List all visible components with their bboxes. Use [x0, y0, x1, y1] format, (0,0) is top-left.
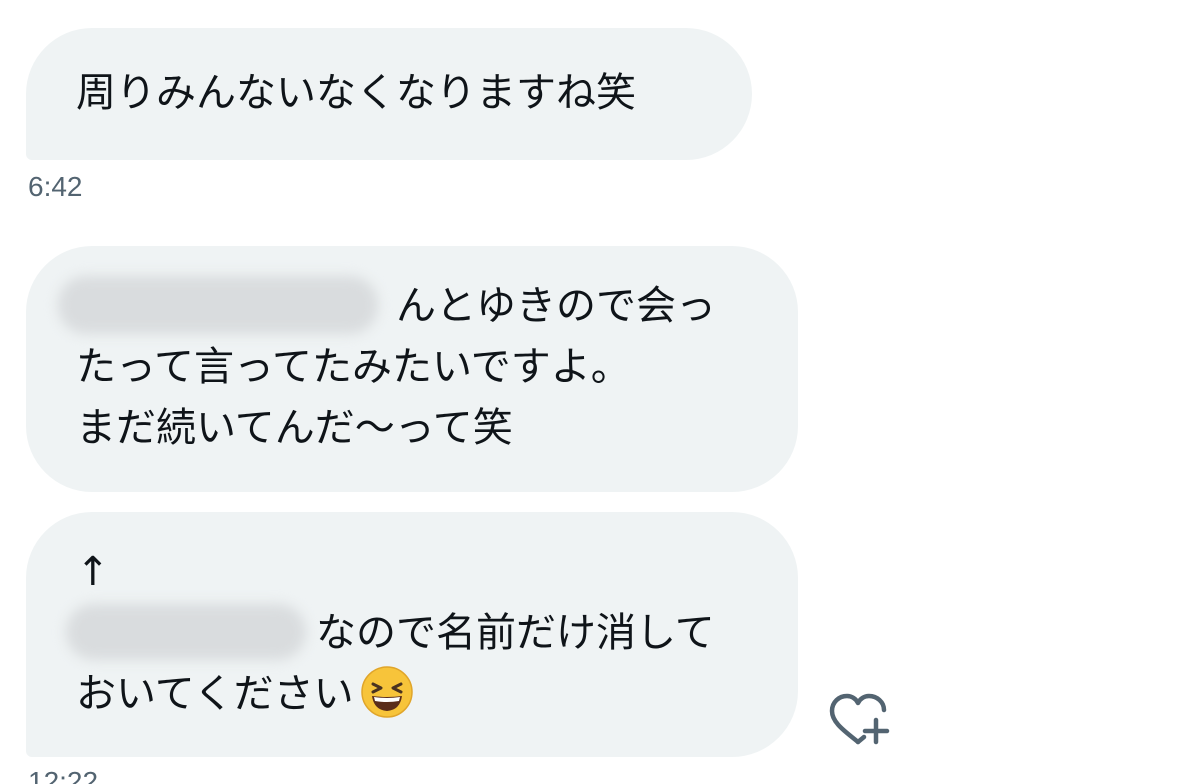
message-bubble[interactable]: 周りみんないなくなりますね笑 — [26, 28, 752, 160]
dm-conversation: 周りみんないなくなりますね笑 6:42 んとゆきので会っ たって言ってたみたいで… — [0, 0, 1179, 784]
message-text: 周りみんないなくなりますね笑 — [76, 70, 636, 116]
redaction-blur — [66, 604, 306, 660]
message-timestamp: 12:22 — [28, 766, 99, 784]
grinning-squinting-face-emoji — [360, 666, 413, 718]
message-text: まだ続いてんだ〜って笑 — [76, 405, 513, 451]
message-text: おいてください — [76, 671, 354, 717]
message-text-with-emoji: おいてください — [76, 664, 798, 725]
redaction-blur — [58, 276, 378, 334]
message-text: ↑ — [76, 549, 110, 595]
heart-plus-icon[interactable] — [826, 690, 892, 750]
message-text: たって言ってたみたいですよ。 — [76, 344, 631, 390]
message-timestamp: 6:42 — [28, 171, 83, 202]
